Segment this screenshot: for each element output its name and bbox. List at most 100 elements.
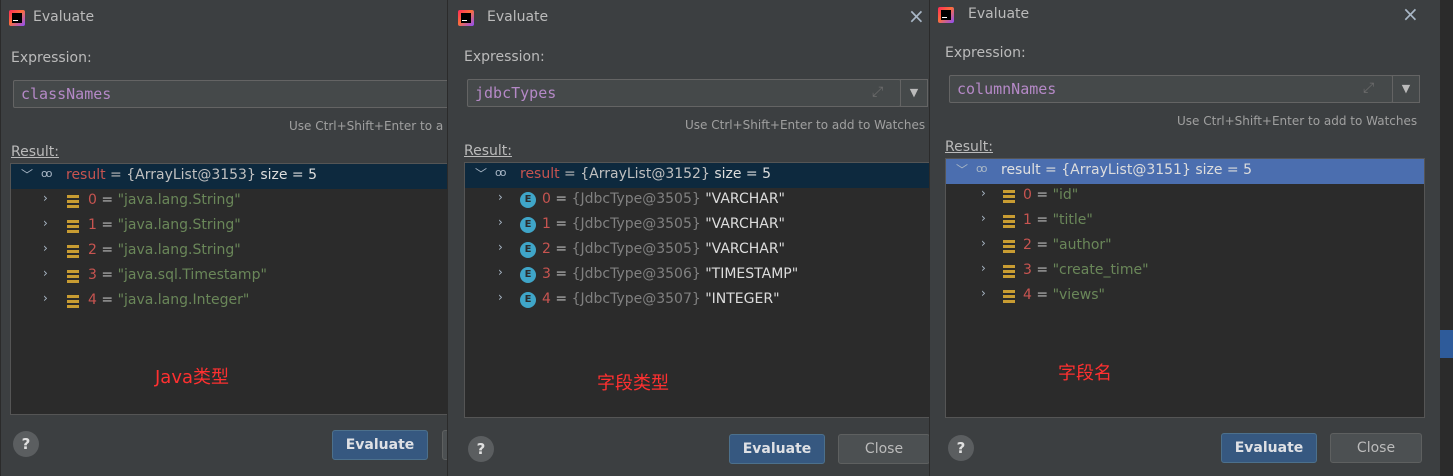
editor-selection (1440, 330, 1453, 358)
expression-text[interactable]: jdbcTypes (475, 84, 556, 102)
expand-arrow-icon[interactable]: › (981, 186, 986, 200)
expression-input[interactable]: columnNames ⤢ (949, 75, 1393, 103)
item-eq: = (1031, 187, 1053, 203)
item-value: "author" (1052, 237, 1112, 253)
list-item[interactable]: › E 3 = {JdbcType@3506} "TIMESTAMP" (465, 263, 932, 288)
list-item[interactable]: › 2 = "java.lang.String" (11, 239, 448, 264)
result-tree[interactable]: ﹀ oo result = {ArrayList@3152} size = 5 … (464, 162, 932, 418)
item-value: "id" (1052, 187, 1079, 203)
expand-arrow-icon[interactable]: › (43, 291, 48, 305)
expand-arrow-icon[interactable]: › (981, 261, 986, 275)
result-tree[interactable]: ﹀ oo result = {ArrayList@3151} size = 5 … (945, 158, 1425, 418)
collapse-arrow-icon[interactable]: ﹀ (475, 165, 487, 182)
expand-arrow-icon[interactable]: › (43, 241, 48, 255)
collapse-arrow-icon[interactable]: ﹀ (21, 166, 33, 183)
item-value: "views" (1052, 287, 1105, 303)
list-item[interactable]: › E 2 = {JdbcType@3505} "VARCHAR" (465, 238, 932, 263)
result-size: size = 5 (1190, 162, 1253, 178)
expand-arrow-icon[interactable]: › (981, 286, 986, 300)
expression-text[interactable]: columnNames (957, 80, 1056, 98)
item-eq: = (1031, 262, 1053, 278)
item-index: 2 (88, 242, 97, 258)
annotation-text: 字段类型 (597, 373, 669, 394)
expand-arrow-icon[interactable]: › (43, 266, 48, 280)
expand-arrow-icon[interactable]: › (498, 265, 503, 279)
evaluate-button[interactable]: Evaluate (729, 434, 825, 464)
item-index: 1 (542, 216, 551, 232)
item-eq: = (96, 192, 118, 208)
help-button[interactable]: ? (948, 435, 974, 461)
list-item[interactable]: › 3 = "create_time" (946, 259, 1424, 284)
watch-glasses-icon: oo (976, 162, 988, 175)
help-button[interactable]: ? (13, 431, 39, 457)
item-eq: = (550, 266, 572, 282)
item-eq: = (96, 267, 118, 283)
result-label: Result: (945, 139, 993, 155)
close-button[interactable]: Close (838, 434, 930, 464)
expand-arrow-icon[interactable]: › (498, 290, 503, 304)
item-eq: = (1031, 237, 1053, 253)
item-value: "java.lang.Integer" (117, 292, 250, 308)
expand-editor-icon[interactable]: ⤢ (1363, 80, 1374, 96)
annotation-text: Java类型 (155, 367, 230, 388)
item-value: "INTEGER" (700, 291, 780, 307)
expression-input[interactable]: classNames (13, 80, 448, 108)
list-item[interactable]: › 1 = "title" (946, 209, 1424, 234)
expand-arrow-icon[interactable]: › (498, 215, 503, 229)
expand-editor-icon[interactable]: ⤢ (872, 84, 883, 100)
item-eq: = (1031, 287, 1053, 303)
expand-arrow-icon[interactable]: › (43, 216, 48, 230)
evaluate-button[interactable]: Evaluate (1221, 433, 1317, 463)
result-row[interactable]: ﹀ oo result = {ArrayList@3152} size = 5 (465, 163, 932, 188)
field-icon (67, 295, 79, 308)
expand-arrow-icon[interactable]: › (498, 190, 503, 204)
result-row[interactable]: ﹀ oo result = {ArrayList@3151} size = 5 (946, 159, 1424, 184)
expression-text[interactable]: classNames (21, 85, 111, 103)
list-item[interactable]: › E 1 = {JdbcType@3505} "VARCHAR" (465, 213, 932, 238)
result-row[interactable]: ﹀ oo result = {ArrayList@3153} size = 5 (11, 164, 448, 189)
item-value: "VARCHAR" (700, 241, 785, 257)
list-item[interactable]: › 1 = "java.lang.String" (11, 214, 448, 239)
list-item[interactable]: › 0 = "id" (946, 184, 1424, 209)
dialog-title: Evaluate (487, 9, 549, 25)
intellij-icon (938, 7, 954, 23)
item-index: 0 (1023, 187, 1032, 203)
item-index: 4 (88, 292, 97, 308)
item-value: "VARCHAR" (700, 216, 785, 232)
expand-arrow-icon[interactable]: › (981, 211, 986, 225)
title-bar: Evaluate (1, 0, 448, 38)
help-button[interactable]: ? (468, 436, 494, 462)
expand-arrow-icon[interactable]: › (498, 240, 503, 254)
result-eq: = (559, 166, 581, 182)
expand-arrow-icon[interactable]: › (43, 191, 48, 205)
result-tree[interactable]: ﹀ oo result = {ArrayList@3153} size = 5 … (10, 163, 448, 415)
expand-arrow-icon[interactable]: › (981, 236, 986, 250)
close-button[interactable]: Close (1330, 433, 1422, 463)
list-item[interactable]: › 0 = "java.lang.String" (11, 189, 448, 214)
result-name: result (520, 166, 560, 182)
expression-input[interactable]: jdbcTypes ⤢ (467, 79, 901, 107)
history-dropdown-button[interactable]: ▼ (1392, 75, 1420, 103)
field-icon (67, 220, 79, 233)
list-item[interactable]: › 2 = "author" (946, 234, 1424, 259)
close-icon[interactable]: × (1402, 4, 1419, 24)
history-dropdown-button[interactable]: ▼ (900, 79, 928, 107)
list-item[interactable]: › 3 = "java.sql.Timestamp" (11, 264, 448, 289)
close-icon[interactable]: × (908, 6, 925, 26)
item-type: {JdbcType@3506} (571, 266, 701, 282)
list-item[interactable]: › 4 = "java.lang.Integer" (11, 289, 448, 314)
evaluate-button[interactable]: Evaluate (332, 430, 428, 460)
collapse-arrow-icon[interactable]: ﹀ (956, 161, 968, 178)
item-value: "java.sql.Timestamp" (117, 267, 267, 283)
item-eq: = (96, 292, 118, 308)
item-type: {JdbcType@3507} (571, 291, 701, 307)
list-item[interactable]: › E 4 = {JdbcType@3507} "INTEGER" (465, 288, 932, 313)
watches-hint: Use Ctrl+Shift+Enter to a (289, 119, 444, 133)
result-name: result (66, 167, 106, 183)
evaluate-dialog-3: Evaluate × Expression: columnNames ⤢ ▼ U… (929, 0, 1440, 476)
item-eq: = (550, 241, 572, 257)
list-item[interactable]: › 4 = "views" (946, 284, 1424, 309)
title-bar: Evaluate × (930, 0, 1440, 38)
result-label-text: Result: (11, 144, 59, 160)
list-item[interactable]: › E 0 = {JdbcType@3505} "VARCHAR" (465, 188, 932, 213)
